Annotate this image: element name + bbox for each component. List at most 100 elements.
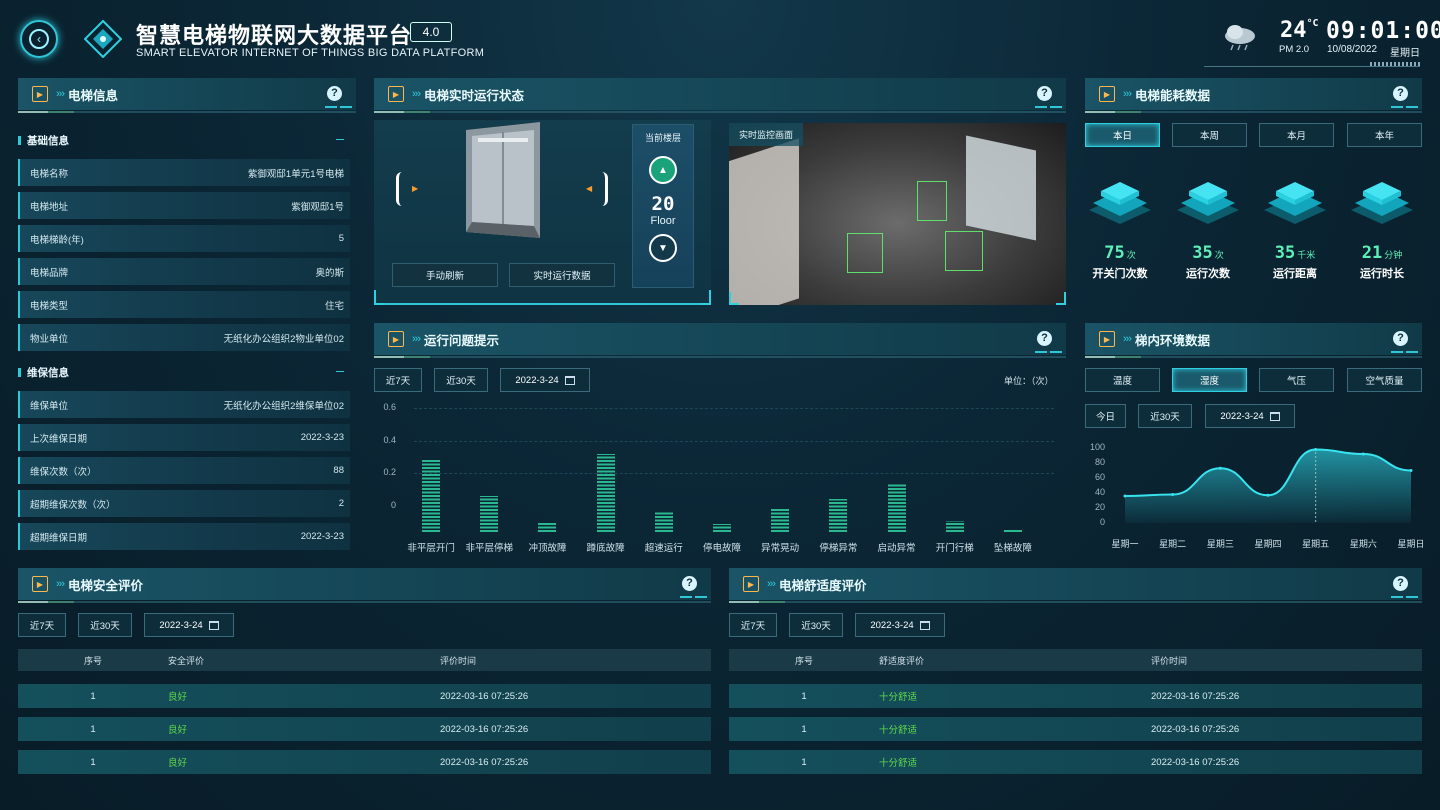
table-row[interactable]: 1 良好 2022-03-16 07:25:26: [18, 750, 711, 774]
table-row[interactable]: 1 十分舒适 2022-03-16 07:25:26: [729, 717, 1422, 741]
help-icon[interactable]: ?: [327, 86, 342, 101]
x-tick-label: 异常晃动: [761, 543, 800, 554]
info-key: 超期维保次数（次）: [30, 499, 116, 511]
chart-bar[interactable]: [480, 496, 499, 532]
chart-bar[interactable]: [654, 512, 673, 532]
realtime-data-button[interactable]: 实时运行数据: [509, 263, 615, 287]
panel-header-env: ▶ ››› 梯内环境数据 ?: [1085, 323, 1422, 358]
data-point[interactable]: [1266, 493, 1270, 497]
data-point[interactable]: [1409, 469, 1413, 472]
env-today-button[interactable]: 今日: [1085, 404, 1126, 428]
help-icon[interactable]: ?: [1037, 331, 1052, 346]
column-header: 舒适度评价: [879, 655, 925, 666]
help-icon[interactable]: ?: [1393, 86, 1408, 101]
chart-bar[interactable]: [713, 523, 731, 532]
comfort-date-picker[interactable]: 2022-3-24: [855, 613, 945, 637]
info-value: 无纸化办公组织2物业单位02: [223, 333, 344, 345]
data-point[interactable]: [1123, 494, 1127, 498]
env-tab-pressure[interactable]: 气压: [1259, 368, 1334, 392]
env-30days-button[interactable]: 近30天: [1138, 404, 1192, 428]
table-header: 序号 舒适度评价 评价时间: [729, 649, 1422, 671]
table-row[interactable]: 1 十分舒适 2022-03-16 07:25:26: [729, 684, 1422, 708]
table-cell: 2022-03-16 07:25:26: [440, 690, 529, 702]
table-row[interactable]: 1 良好 2022-03-16 07:25:26: [18, 684, 711, 708]
floor-down-button[interactable]: ▼: [649, 234, 677, 262]
table-cell: 良好: [168, 725, 188, 736]
panel-title: 电梯能耗数据: [1135, 88, 1211, 103]
chart-bar[interactable]: [538, 522, 557, 532]
safety-date-picker[interactable]: 2022-3-24: [144, 613, 234, 637]
deco-dashes: [1391, 351, 1418, 353]
info-key: 电梯类型: [30, 300, 69, 312]
monitor-video[interactable]: 实时监控画面: [729, 123, 1066, 305]
safety-7days-button[interactable]: 近7天: [18, 613, 66, 637]
energy-stat-label: 运行时长: [1360, 268, 1404, 280]
chart-bar[interactable]: [771, 509, 790, 532]
corner-right-icon: [701, 290, 711, 305]
info-key: 超期维保日期: [30, 532, 88, 544]
panel-play-icon: ▶: [743, 576, 759, 592]
deco-dashes: [1391, 106, 1418, 108]
chart-bar[interactable]: [887, 483, 906, 532]
info-key: 物业单位: [30, 333, 69, 345]
info-key: 电梯梯龄(年): [30, 234, 84, 246]
table-row[interactable]: 1 良好 2022-03-16 07:25:26: [18, 717, 711, 741]
manual-refresh-button[interactable]: 手动刷新: [392, 263, 498, 287]
data-point[interactable]: [1171, 493, 1175, 496]
help-icon[interactable]: ?: [1037, 86, 1052, 101]
table-row[interactable]: 1 十分舒适 2022-03-16 07:25:26: [729, 750, 1422, 774]
energy-tab-month[interactable]: 本月: [1259, 123, 1334, 147]
energy-stat-unit: 千米: [1297, 250, 1316, 260]
energy-tab-day[interactable]: 本日: [1085, 123, 1160, 147]
floor-indicator: 当前楼层 ▲ 20 Floor ▼: [632, 124, 694, 288]
info-value: 2022-3-23: [300, 432, 344, 443]
data-point[interactable]: [1361, 452, 1365, 456]
info-row: 维保次数（次） 88: [18, 457, 350, 484]
env-tab-temperature[interactable]: 温度: [1085, 368, 1160, 392]
back-arrow-icon: ‹: [29, 29, 49, 49]
comfort-7days-button[interactable]: 近7天: [729, 613, 777, 637]
arrow-right-icon: ▶: [412, 184, 419, 193]
env-tab-air-quality[interactable]: 空气质量: [1347, 368, 1422, 392]
safety-30days-button[interactable]: 近30天: [78, 613, 132, 637]
env-date-picker[interactable]: 2022-3-24: [1205, 404, 1295, 428]
info-value: 88: [333, 465, 344, 476]
help-icon[interactable]: ?: [1393, 576, 1408, 591]
info-value: 2022-3-23: [300, 531, 344, 542]
x-tick-label: 开门行梯: [935, 543, 974, 554]
chart-bar[interactable]: [829, 499, 848, 532]
chart-bar[interactable]: [945, 520, 964, 532]
chart-bar[interactable]: [1003, 530, 1022, 532]
x-tick-label: 停电故障: [702, 543, 741, 554]
info-row: 电梯类型 住宅: [18, 291, 350, 318]
energy-tab-year[interactable]: 本年: [1347, 123, 1422, 147]
info-key: 维保次数（次）: [30, 466, 97, 478]
issues-7days-button[interactable]: 近7天: [374, 368, 422, 392]
temperature-value: 24: [1280, 18, 1307, 43]
energy-stat: 75 次开关门次数: [1080, 243, 1160, 281]
chart-bar[interactable]: [596, 453, 615, 532]
issues-date-picker[interactable]: 2022-3-24: [500, 368, 590, 392]
energy-stat-unit: 次: [1126, 250, 1136, 260]
energy-stat-icon: [1175, 178, 1241, 234]
help-icon[interactable]: ?: [682, 576, 697, 591]
back-button[interactable]: ‹: [20, 20, 58, 58]
chart-bar[interactable]: [422, 460, 441, 532]
chevrons-icon: ›››: [412, 333, 421, 345]
detection-box: [945, 231, 983, 271]
panel-play-icon: ▶: [32, 576, 48, 592]
issues-30days-button[interactable]: 近30天: [434, 368, 488, 392]
date-value: 2022-3-24: [515, 374, 559, 386]
x-tick-label: 星期日: [1397, 539, 1425, 549]
deco-dashes: [1035, 351, 1062, 353]
data-point[interactable]: [1314, 448, 1318, 451]
help-icon[interactable]: ?: [1393, 331, 1408, 346]
data-point[interactable]: [1218, 466, 1222, 470]
env-tab-humidity[interactable]: 湿度: [1172, 368, 1247, 392]
table-cell: 1: [801, 723, 807, 735]
comfort-30days-button[interactable]: 近30天: [789, 613, 843, 637]
x-tick-label: 启动异常: [877, 543, 916, 554]
energy-tab-week[interactable]: 本周: [1172, 123, 1247, 147]
floor-up-button[interactable]: ▲: [649, 156, 677, 184]
info-row: 电梯梯龄(年) 5: [18, 225, 350, 252]
